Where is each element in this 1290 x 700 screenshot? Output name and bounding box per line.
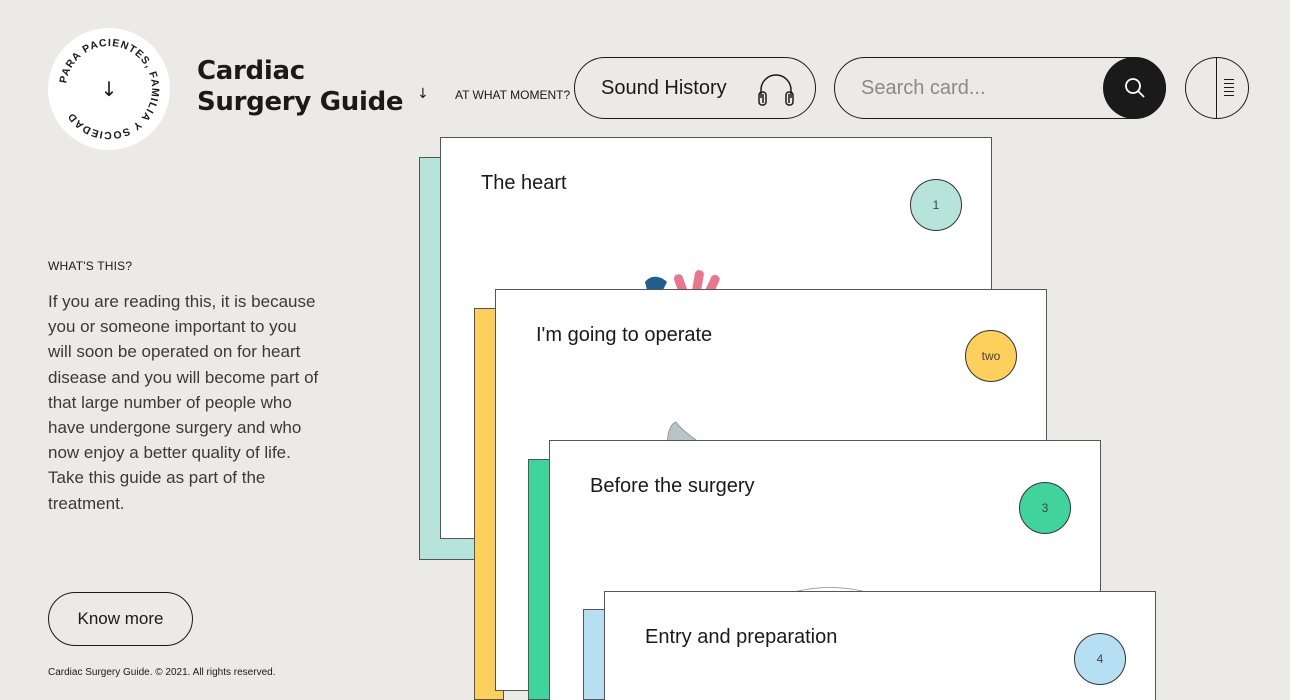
site-title[interactable]: Cardiac Surgery Guide	[197, 56, 404, 118]
card-number-badge: two	[965, 330, 1017, 382]
whats-this-label: WHAT'S THIS?	[48, 259, 133, 273]
moment-filter-label[interactable]: AT WHAT MOMENT?	[455, 88, 575, 102]
menu-icon	[1224, 79, 1234, 99]
intro-text: If you are reading this, it is because y…	[48, 292, 319, 513]
menu-divider	[1216, 58, 1217, 118]
card-number-badge: 4	[1074, 633, 1126, 685]
footer-copyright: Cardiac Surgery Guide. © 2021. All right…	[48, 667, 276, 678]
down-arrow-icon: ↓	[417, 86, 429, 102]
card-title: Before the surgery	[590, 475, 755, 497]
know-more-button[interactable]: Know more	[48, 592, 193, 646]
seal-arrow-icon: ↓	[100, 77, 118, 101]
menu-button[interactable]	[1185, 57, 1249, 119]
site-title-line1: Cardiac	[197, 56, 305, 86]
headphones-icon	[755, 70, 797, 113]
card-number-badge: 3	[1019, 482, 1071, 534]
card-title: I'm going to operate	[536, 324, 713, 346]
card-number-badge: 1	[910, 179, 962, 231]
sound-history-label: Sound History	[601, 76, 727, 99]
search-icon	[1124, 78, 1145, 98]
logo-seal[interactable]: PARA PACIENTES, FAMILIA Y SOCIEDAD ↓	[48, 28, 170, 150]
card-title: The heart	[481, 172, 567, 194]
site-title-line2: Surgery Guide	[197, 87, 404, 117]
search-input[interactable]	[861, 72, 1091, 104]
card-title: Entry and preparation	[645, 626, 838, 648]
card-4[interactable]: Entry and preparation 4	[604, 591, 1156, 700]
sound-history-button[interactable]: Sound History	[574, 57, 816, 119]
search-box[interactable]	[834, 57, 1166, 119]
search-button[interactable]	[1103, 57, 1166, 119]
